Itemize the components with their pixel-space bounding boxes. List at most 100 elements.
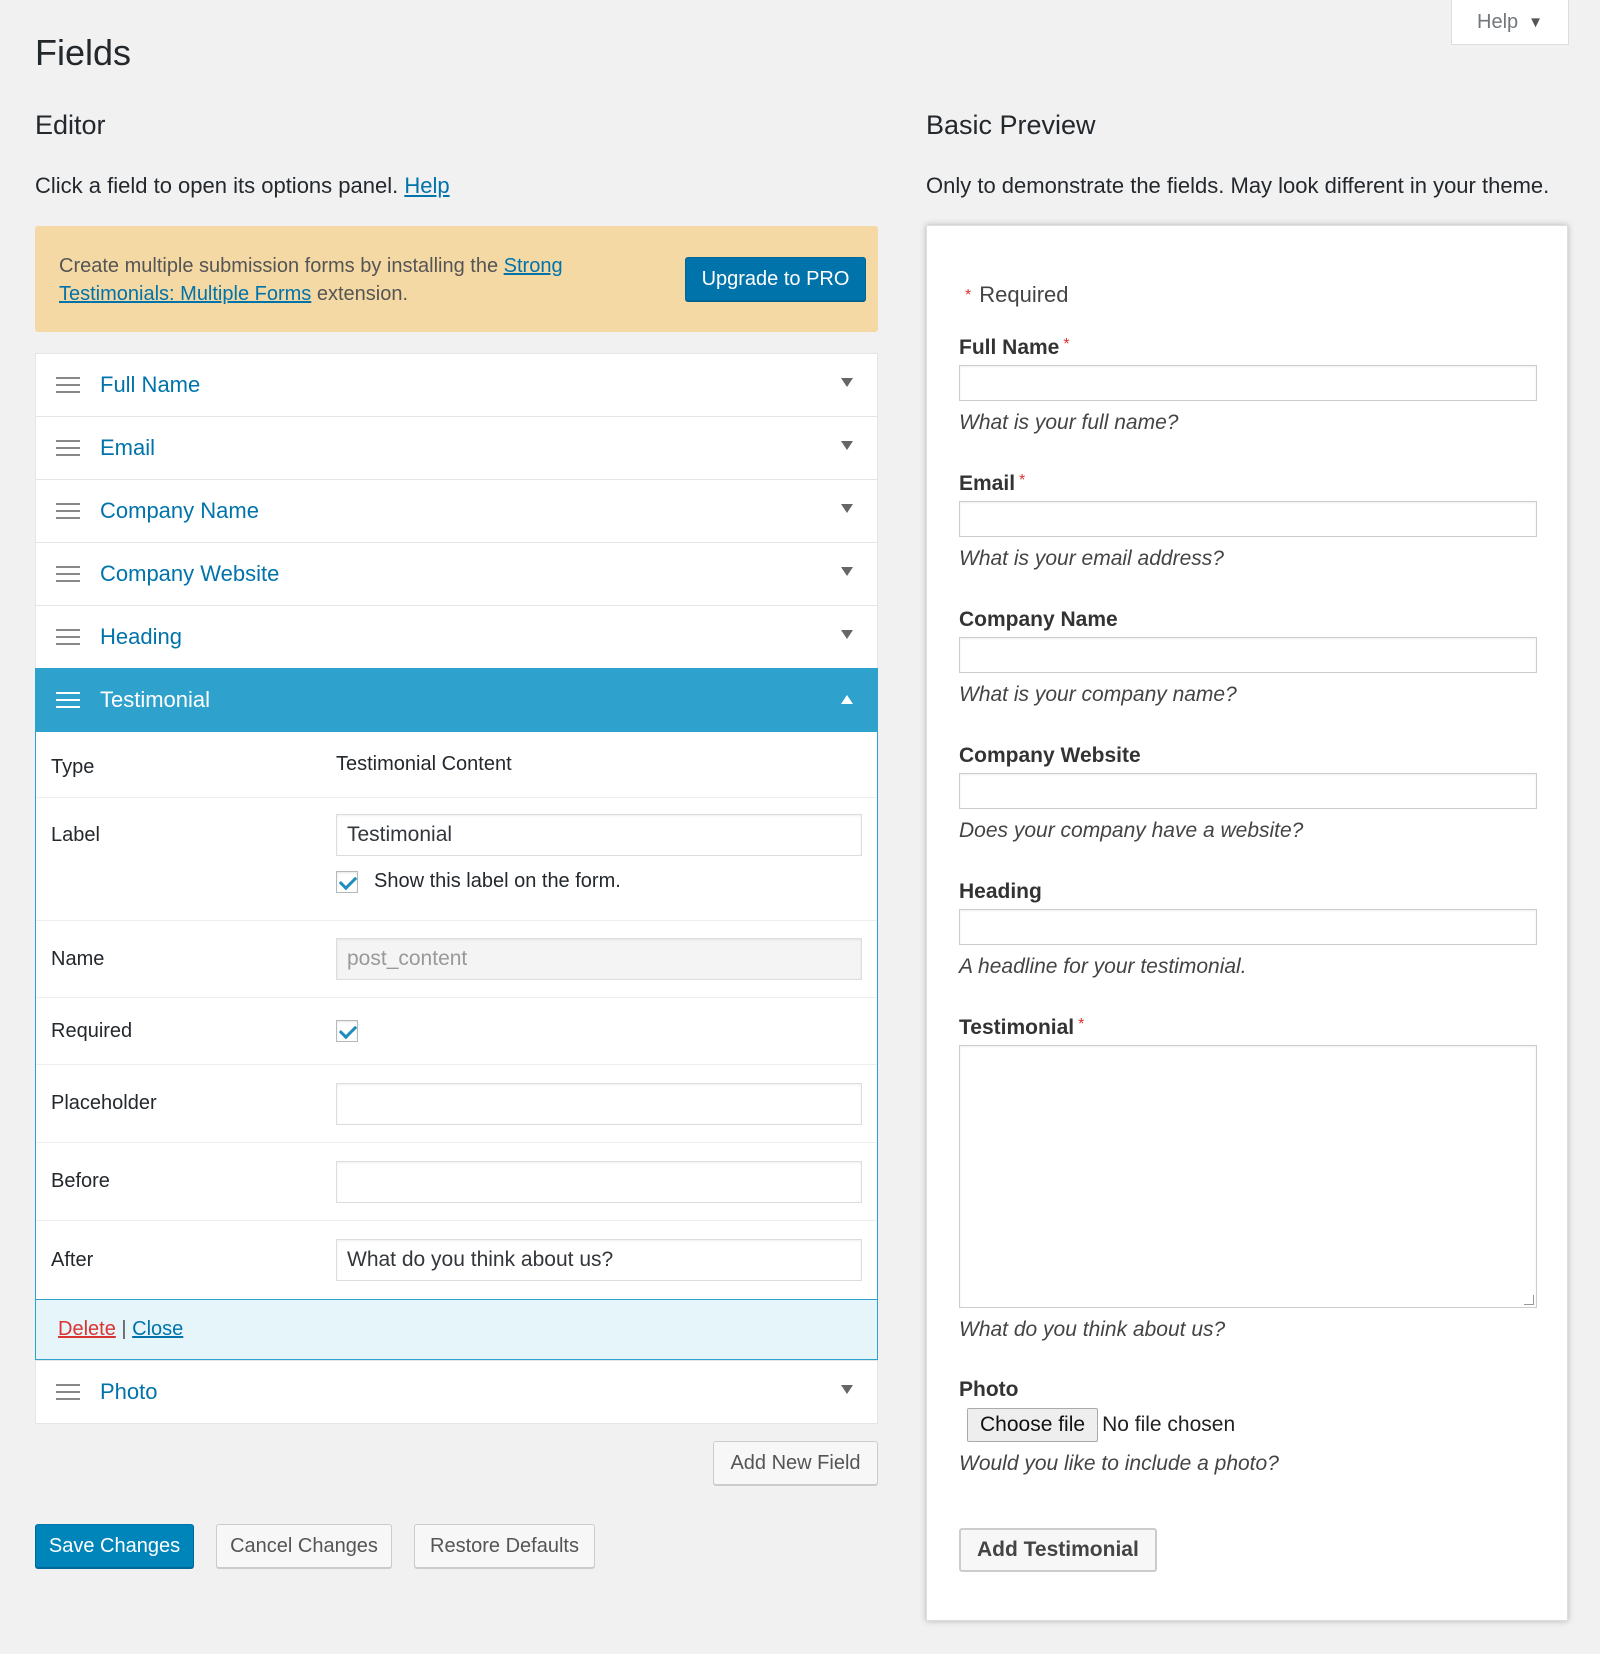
preview-field-company-name: Company Name What is your company name? — [959, 608, 1537, 707]
editor-help-link[interactable]: Help — [404, 173, 449, 198]
chevron-down-icon[interactable] — [841, 630, 853, 639]
editor-intro-text: Click a field to open its options panel. — [35, 173, 399, 198]
page-title: Fields — [35, 32, 132, 73]
preview-form: * Required Full Name * What is your full n… — [926, 225, 1568, 1621]
option-type-row: Type Testimonial Content — [36, 732, 877, 798]
company-website-input[interactable] — [959, 773, 1537, 809]
preview-field-hint: What is your company name? — [959, 683, 1237, 706]
option-required-row: Required — [36, 998, 877, 1065]
preview-field-label: Full Name — [959, 336, 1060, 359]
preview-field-label: Heading — [959, 880, 1042, 903]
option-placeholder-label: Placeholder — [51, 1092, 157, 1114]
required-note: * Required — [965, 282, 1069, 308]
chevron-down-icon[interactable] — [841, 441, 853, 450]
preview-field-label: Company Name — [959, 608, 1118, 631]
file-status: No file chosen — [1102, 1413, 1236, 1436]
chevron-up-icon[interactable] — [841, 695, 853, 704]
preview-field-hint: What is your email address? — [959, 547, 1224, 570]
close-link[interactable]: Close — [132, 1318, 183, 1340]
preview-field-hint: A headline for your testimonial. — [959, 955, 1247, 978]
resize-grip-icon[interactable] — [1524, 1295, 1534, 1305]
field-row-full-name[interactable]: Full Name — [35, 353, 878, 417]
field-row-label[interactable]: Heading — [100, 624, 182, 650]
save-changes-button[interactable]: Save Changes — [35, 1524, 194, 1568]
cancel-changes-button[interactable]: Cancel Changes — [216, 1524, 392, 1568]
option-type-label: Type — [51, 756, 95, 778]
heading-input[interactable] — [959, 909, 1537, 945]
drag-handle-icon[interactable] — [56, 629, 80, 645]
preview-field-photo: Photo Choose file No file chosen Would y… — [959, 1378, 1537, 1476]
delete-link[interactable]: Delete — [58, 1318, 116, 1340]
company-name-input[interactable] — [959, 637, 1537, 673]
notice-text-after: extension. — [316, 283, 409, 305]
email-input[interactable] — [959, 501, 1537, 537]
editor-intro: Click a field to open its options panel.… — [35, 173, 878, 201]
chevron-down-icon[interactable] — [841, 378, 853, 387]
preview-field-hint: Does your company have a website? — [959, 819, 1304, 842]
required-checkbox[interactable] — [336, 1020, 358, 1042]
field-row-testimonial[interactable]: Testimonial — [35, 668, 878, 732]
preview-field-label: Photo — [959, 1378, 1019, 1401]
editor-heading: Editor — [35, 110, 106, 140]
notice-text: Create multiple submission forms by inst… — [59, 252, 599, 308]
testimonial-textarea[interactable] — [959, 1045, 1537, 1308]
preview-field-full-name: Full Name * What is your full name? — [959, 336, 1537, 435]
drag-handle-icon[interactable] — [56, 566, 80, 582]
field-row-company-website[interactable]: Company Website — [35, 542, 878, 606]
field-row-heading[interactable]: Heading — [35, 605, 878, 669]
option-name-label: Name — [51, 947, 105, 970]
preview-field-label: Testimonial — [959, 1016, 1075, 1039]
full-name-input[interactable] — [959, 365, 1537, 401]
footer-separator: | — [121, 1318, 127, 1340]
required-star: * — [1078, 1016, 1085, 1033]
field-list: Full Name Email Company Name Company Web… — [35, 353, 878, 1424]
upgrade-to-pro-button[interactable]: Upgrade to PRO — [685, 257, 866, 301]
notice-text-before: Create multiple submission forms by inst… — [59, 255, 499, 277]
chevron-down-icon[interactable] — [841, 567, 853, 576]
add-new-field-button[interactable]: Add New Field — [713, 1441, 878, 1485]
preview-field-label: Company Website — [959, 744, 1141, 767]
editor-column: Editor Click a field to open its options… — [35, 110, 878, 1568]
before-input[interactable] — [336, 1160, 862, 1203]
field-options-panel: Type Testimonial Content Label Testimoni… — [35, 732, 878, 1360]
field-row-label[interactable]: Photo — [100, 1379, 158, 1405]
triangle-down-icon: ▼ — [1528, 13, 1543, 31]
option-label-label: Label — [51, 824, 100, 846]
field-row-label[interactable]: Testimonial — [100, 687, 210, 713]
preview-field-hint: What do you think about us? — [959, 1318, 1226, 1341]
drag-handle-icon[interactable] — [56, 440, 80, 456]
after-input[interactable]: What do you think about us? — [336, 1239, 862, 1281]
restore-defaults-button[interactable]: Restore Defaults — [414, 1524, 595, 1568]
field-row-label[interactable]: Company Website — [100, 561, 279, 587]
option-label-row: Label Testimonial Show this label on the… — [36, 798, 877, 921]
preview-field-hint: Would you like to include a photo? — [959, 1452, 1279, 1475]
label-input[interactable]: Testimonial — [336, 814, 862, 856]
name-input: post_content — [336, 938, 862, 980]
show-label-text: Show this label on the form. — [374, 870, 621, 892]
preview-column: Basic Preview Only to demonstrate the fi… — [926, 110, 1568, 1621]
field-row-label[interactable]: Full Name — [100, 372, 200, 398]
preview-field-hint: What is your full name? — [959, 411, 1179, 434]
placeholder-input[interactable] — [336, 1082, 862, 1125]
show-label-checkbox[interactable] — [336, 870, 358, 893]
field-row-company-name[interactable]: Company Name — [35, 479, 878, 543]
drag-handle-icon[interactable] — [56, 692, 80, 708]
add-testimonial-button[interactable]: Add Testimonial — [959, 1528, 1157, 1572]
field-row-label[interactable]: Email — [100, 435, 155, 461]
chevron-down-icon[interactable] — [841, 1385, 853, 1394]
required-star: * — [1019, 472, 1026, 489]
drag-handle-icon[interactable] — [56, 377, 80, 393]
drag-handle-icon[interactable] — [56, 1384, 80, 1400]
field-row-photo[interactable]: Photo — [35, 1360, 878, 1424]
preview-intro: Only to demonstrate the fields. May look… — [926, 173, 1550, 198]
field-row-email[interactable]: Email — [35, 416, 878, 480]
field-row-label[interactable]: Company Name — [100, 498, 259, 524]
option-after-label: After — [51, 1248, 94, 1271]
option-required-label: Required — [51, 1019, 133, 1042]
help-tab[interactable]: Help ▼ — [1451, 0, 1569, 45]
option-name-row: Name post_content — [36, 921, 877, 998]
chevron-down-icon[interactable] — [841, 504, 853, 513]
drag-handle-icon[interactable] — [56, 503, 80, 519]
choose-file-button[interactable]: Choose file — [967, 1408, 1099, 1442]
option-before-label: Before — [51, 1170, 110, 1192]
